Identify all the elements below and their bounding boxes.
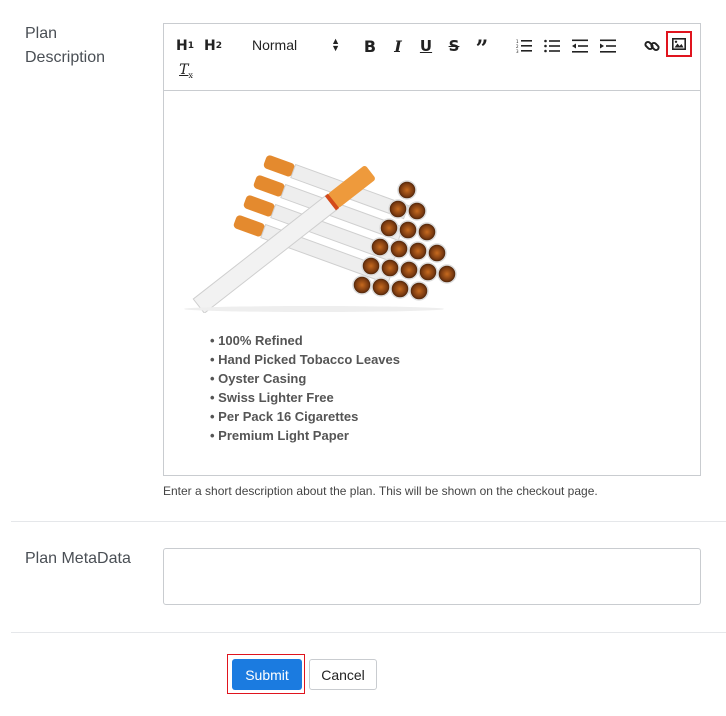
header-2-text: H (204, 38, 216, 54)
bold-button[interactable]: B (361, 35, 379, 57)
plan-description-editor: H1 H2 Normal ▲ ▼ B I U S ” 1 2 3 Tx • 10… (163, 23, 701, 476)
clear-format-icon: Tx (179, 62, 193, 80)
header-1-sub: 1 (187, 41, 194, 51)
list-item: Premium Light Paper (210, 426, 400, 445)
submit-button[interactable]: Submit (232, 659, 302, 690)
outdent-button[interactable] (570, 35, 590, 57)
divider (11, 521, 726, 522)
plan-description-label: Plan Description (25, 25, 106, 66)
clear-format-button[interactable]: Tx (176, 60, 196, 82)
list-item: Swiss Lighter Free (210, 388, 400, 407)
image-button[interactable] (666, 31, 692, 57)
underline-icon: U (419, 37, 433, 55)
header-1-text: H (176, 38, 188, 54)
image-icon (672, 38, 686, 50)
bullet-list-button[interactable] (542, 35, 562, 57)
plan-description-help: Enter a short description about the plan… (163, 484, 598, 498)
ordered-list-button[interactable]: 1 2 3 (514, 35, 534, 57)
strike-icon: S (448, 37, 460, 55)
link-button[interactable] (642, 35, 662, 57)
format-select[interactable]: Normal ▲ ▼ (252, 34, 340, 56)
plan-metadata-label: Plan MetaData (25, 550, 131, 567)
editor-content[interactable]: 100% Refined Hand Picked Tobacco Leaves … (164, 91, 700, 476)
header-2-sub: 2 (215, 41, 222, 51)
list-item: 100% Refined (210, 331, 400, 350)
list-item: Oyster Casing (210, 369, 400, 388)
header-1-button[interactable]: H1 (176, 35, 194, 57)
blockquote-button[interactable]: ” (473, 35, 491, 62)
list-item: Hand Picked Tobacco Leaves (210, 350, 400, 369)
plan-metadata-input[interactable] (163, 548, 701, 605)
italic-button[interactable]: I (389, 35, 407, 57)
italic-icon: I (394, 36, 402, 56)
divider (11, 632, 726, 633)
indent-icon (600, 39, 616, 53)
svg-text:3: 3 (516, 49, 519, 53)
link-icon (644, 40, 660, 52)
ordered-list-icon: 1 2 3 (516, 39, 532, 53)
underline-button[interactable]: U (417, 35, 435, 57)
bullet-list-icon (544, 39, 560, 53)
indent-button[interactable] (598, 35, 618, 57)
editor-toolbar: H1 H2 Normal ▲ ▼ B I U S ” 1 2 3 Tx (164, 24, 700, 91)
header-2-button[interactable]: H2 (204, 35, 222, 57)
blockquote-icon: ” (475, 36, 489, 62)
cigarettes-image (184, 155, 457, 313)
outdent-icon (572, 39, 588, 53)
format-select-value: Normal (252, 37, 298, 53)
feature-list: 100% Refined Hand Picked Tobacco Leaves … (210, 331, 400, 445)
cancel-button[interactable]: Cancel (309, 659, 377, 690)
list-item: Per Pack 16 Cigarettes (210, 407, 400, 426)
bold-icon: B (363, 36, 377, 56)
strike-button[interactable]: S (445, 35, 463, 57)
select-arrows-icon: ▲ ▼ (331, 36, 340, 53)
